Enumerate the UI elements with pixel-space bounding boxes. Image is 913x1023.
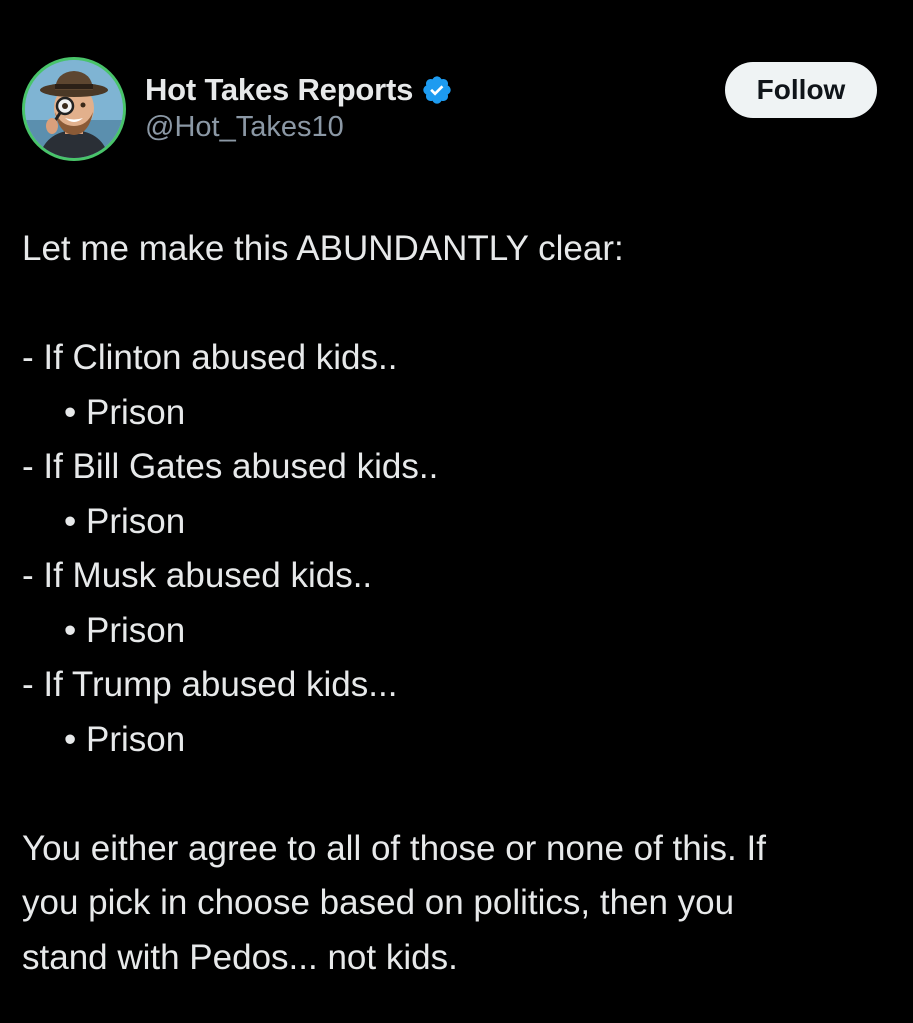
closing-line: You either agree to all of those or none… (22, 828, 766, 868)
tweet: Hot Takes Reports @Hot_Takes10 Follow Le… (0, 0, 913, 1023)
closing-line: stand with Pedos... not kids. (22, 937, 458, 977)
user-info: Hot Takes Reports @Hot_Takes10 (145, 71, 453, 144)
list-item-condition: - If Clinton abused kids.. (22, 338, 398, 377)
list-item-result: • Prison (64, 610, 186, 650)
display-name[interactable]: Hot Takes Reports (145, 72, 413, 108)
tweet-text: Let me make this ABUNDANTLY clear: - If … (22, 222, 882, 985)
list-item-condition: - If Trump abused kids... (22, 665, 398, 704)
profile-photo-man-with-hat-icon (25, 60, 123, 158)
list-item-result: • Prison (64, 719, 186, 759)
list-item-condition: - If Bill Gates abused kids.. (22, 447, 439, 486)
list-item-result: • Prison (64, 501, 186, 541)
avatar[interactable] (22, 57, 126, 161)
follow-button[interactable]: Follow (725, 62, 877, 118)
list-item-condition: - If Musk abused kids.. (22, 556, 373, 595)
post-intro: Let me make this ABUNDANTLY clear: (22, 229, 624, 268)
user-handle[interactable]: @Hot_Takes10 (145, 111, 453, 144)
verified-badge-icon (423, 76, 451, 104)
tweet-header: Hot Takes Reports @Hot_Takes10 Follow (22, 57, 877, 165)
list-item-result: • Prison (64, 392, 186, 432)
display-name-row: Hot Takes Reports (145, 71, 453, 109)
closing-line: you pick in choose based on politics, th… (22, 883, 735, 922)
